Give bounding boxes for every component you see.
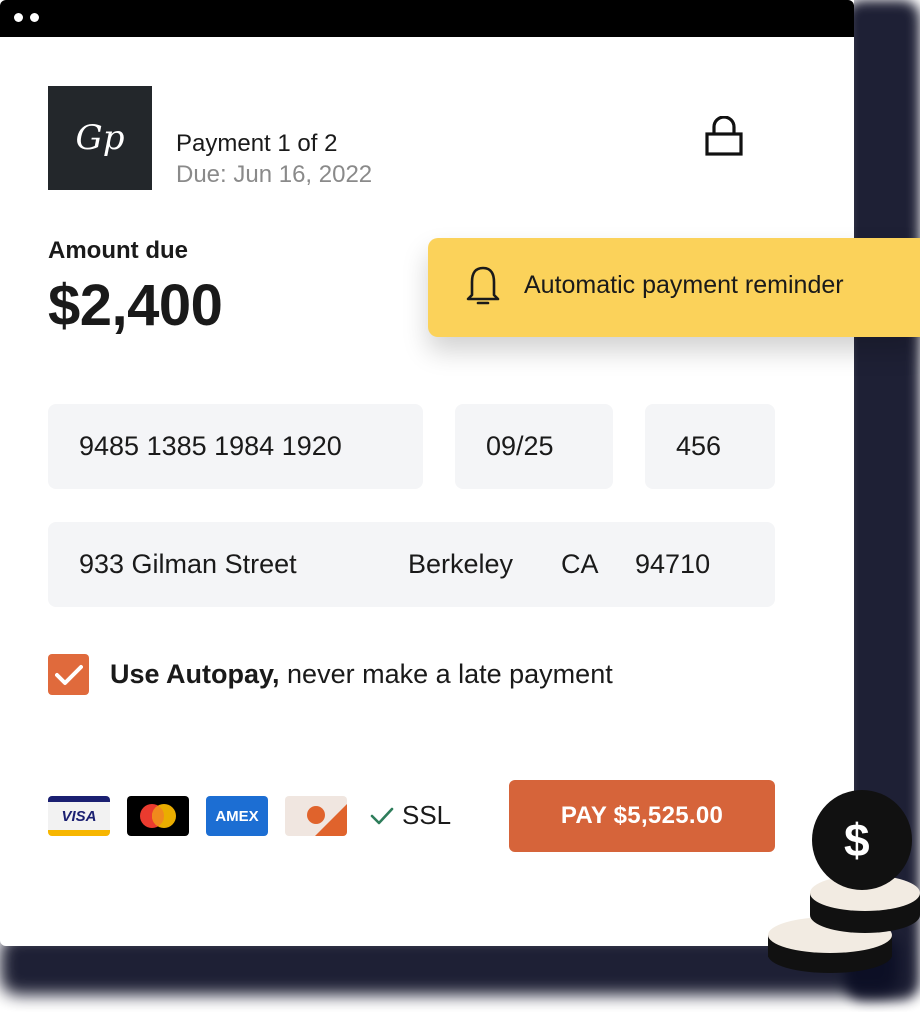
visa-text: VISA	[61, 807, 97, 825]
zip-value: 94710	[635, 549, 711, 579]
pay-button[interactable]: PAY $5,525.00	[509, 780, 775, 852]
autopay-label[interactable]: Use Autopay, never make a late payment	[110, 659, 613, 690]
ssl-text: SSL	[402, 800, 452, 830]
city-value: Berkeley	[408, 549, 514, 579]
payment-window: Gp Payment 1 of 2 Due: Jun 16, 2022 Amou…	[0, 0, 854, 946]
logo-text: Gp	[75, 118, 125, 158]
amount-due-value: $2,400	[48, 273, 223, 338]
window-titlebar	[0, 0, 854, 37]
payment-reminder-toast[interactable]: Automatic payment reminder	[428, 238, 920, 337]
autopay-checkbox[interactable]	[48, 654, 89, 695]
ssl-badge: SSL	[370, 800, 451, 831]
merchant-logo: Gp	[48, 86, 152, 190]
visa-logo: VISA	[48, 796, 110, 836]
discover-logo	[285, 796, 347, 836]
expiry-field[interactable]: 09/25	[455, 404, 613, 489]
mastercard-logo	[127, 796, 189, 836]
window-dot[interactable]	[14, 13, 23, 22]
autopay-label-bold: Use Autopay,	[110, 659, 280, 689]
window-dot[interactable]	[30, 13, 39, 22]
bell-icon	[466, 266, 500, 305]
coin-dollar-symbol: $	[844, 814, 870, 866]
amex-text: AMEX	[215, 807, 259, 825]
checkmark-icon	[54, 664, 83, 685]
reminder-text: Automatic payment reminder	[524, 271, 844, 299]
autopay-label-rest: never make a late payment	[279, 659, 613, 689]
cvv-field[interactable]: 456	[645, 404, 775, 489]
check-icon	[370, 807, 394, 824]
coin-stack: $	[760, 785, 920, 990]
amex-logo: AMEX	[206, 796, 268, 836]
payment-due-date: Due: Jun 16, 2022	[176, 161, 373, 188]
state-value: CA	[561, 549, 599, 579]
street-value: 933 Gilman Street	[79, 549, 297, 579]
lock-icon	[705, 115, 743, 161]
amount-due-label: Amount due	[48, 237, 188, 264]
payment-title: Payment 1 of 2	[176, 130, 338, 157]
card-number-field[interactable]: 9485 1385 1984 1920	[48, 404, 423, 489]
address-field[interactable]: 933 Gilman Street Berkeley CA 94710	[48, 522, 775, 607]
